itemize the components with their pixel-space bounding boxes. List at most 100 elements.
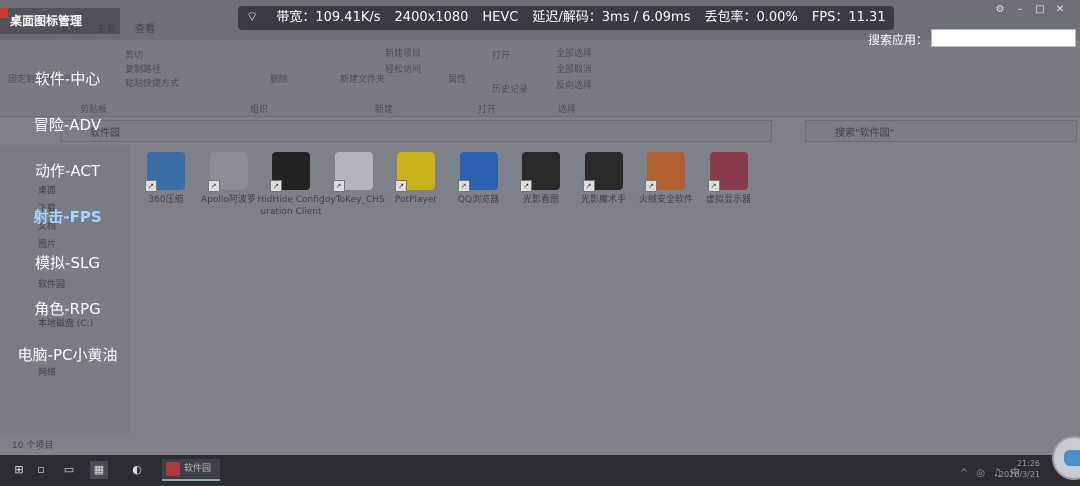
shortcut-arrow-icon: ↗: [457, 180, 470, 192]
category-fps[interactable]: 射击-FPS: [0, 206, 135, 227]
ribbon-tab-view[interactable]: 查看: [135, 20, 155, 35]
file-icon: ↗: [270, 152, 310, 192]
ribbon-btn-selectnone[interactable]: 全部取消: [556, 62, 592, 75]
taskbar: ⊞ ▫ ▭ ▦ ◐ 软件园 ^ ◎ ♫ 中 21:26 2026/3/21: [0, 455, 1080, 486]
file-item[interactable]: ↗ Apollo阿波罗: [194, 152, 264, 206]
file-item[interactable]: ↗ 光影魔术手: [569, 152, 639, 206]
ribbon-group-new: 新建: [375, 105, 394, 115]
start-icon[interactable]: ⊞: [10, 461, 28, 479]
navigation-pane: [0, 145, 130, 435]
edge-icon[interactable]: ◐: [128, 461, 146, 479]
file-item[interactable]: ↗ 火绒安全软件: [631, 152, 701, 206]
window-controls: ⚙ – □ ✕: [990, 4, 1070, 15]
widgets-icon[interactable]: ▦: [90, 461, 108, 479]
file-label: 光影魔术手: [580, 195, 626, 205]
tray-expand-icon[interactable]: ^: [960, 468, 968, 479]
codec-stat: HEVC: [482, 10, 519, 25]
category-act[interactable]: 动作-ACT: [0, 160, 135, 181]
ribbon-btn-properties[interactable]: 属性: [448, 72, 466, 85]
category-adv[interactable]: 冒险-ADV: [0, 114, 135, 135]
nav-item-pictures[interactable]: 图片: [38, 237, 56, 250]
packet-loss-stat: 丢包率：0.00%: [704, 10, 798, 25]
shortcut-arrow-icon: ↗: [395, 180, 407, 192]
file-icon: ↗: [520, 152, 560, 192]
file-label: QQ浏览器: [457, 195, 500, 205]
ribbon-btn-newfolder[interactable]: 新建文件夹: [340, 72, 385, 85]
file-icon: ↗: [582, 152, 623, 192]
file-item[interactable]: ↗ PotPlayer: [381, 152, 451, 206]
app-title: 桌面图标管理: [0, 8, 120, 34]
file-label: 虚拟显示器: [705, 195, 751, 205]
file-icon: ↗: [332, 152, 373, 192]
shortcut-arrow-icon: ↗: [707, 180, 720, 192]
shortcut-arrow-icon: ↗: [145, 180, 157, 192]
clock-date: 2026/3/21: [998, 470, 1040, 479]
app-logo-icon: [0, 8, 8, 18]
file-label: 光影看图: [522, 195, 559, 205]
file-icon: ↗: [207, 152, 248, 192]
ribbon-group-open: 打开: [478, 105, 497, 115]
file-icon: ↗: [457, 152, 498, 192]
minimize-icon[interactable]: –: [1010, 4, 1030, 15]
ribbon-btn-selectall[interactable]: 全部选择: [556, 46, 592, 59]
status-bar-count: 10 个项目: [12, 441, 54, 451]
file-item[interactable]: ↗ 虚拟显示器: [694, 152, 764, 206]
ribbon-btn-cut[interactable]: 剪切: [125, 48, 143, 61]
file-item[interactable]: ↗ JoyToKey_CHS: [319, 152, 389, 206]
shortcut-arrow-icon: ↗: [270, 180, 282, 192]
file-item[interactable]: ↗ HidHide Configuration Client: [256, 152, 326, 218]
settings-icon[interactable]: ⚙: [990, 4, 1010, 15]
category-pc-galgame[interactable]: 电脑-PC小黄油: [0, 344, 135, 365]
ribbon-btn-delete[interactable]: 删除: [270, 72, 288, 85]
shortcut-arrow-icon: ↗: [582, 180, 595, 192]
bandwidth-value: 带宽：109.41K/s: [276, 10, 381, 25]
search-icon[interactable]: ▫: [32, 461, 50, 479]
clock-time: 21:26: [1016, 459, 1040, 468]
ribbon-group-select: 选择: [558, 105, 577, 115]
ribbon-group-organize: 组织: [250, 105, 269, 115]
nav-item-softpark[interactable]: 软件园: [38, 277, 65, 290]
shortcut-arrow-icon: ↗: [520, 180, 532, 192]
file-item[interactable]: ↗ 光影看图: [506, 152, 576, 206]
wifi-icon: ⌔: [246, 10, 263, 25]
file-label: Apollo阿波罗: [201, 195, 256, 205]
shortcut-arrow-icon: ↗: [645, 180, 657, 192]
fps-stat: FPS：11.31: [811, 10, 886, 25]
explorer-search-placeholder: 搜索"软件园": [835, 128, 895, 139]
maximize-icon[interactable]: □: [1030, 4, 1050, 15]
file-item[interactable]: ↗ QQ浏览器: [444, 152, 514, 206]
app-title-text: 桌面图标管理: [10, 14, 83, 28]
taskbar-clock[interactable]: 21:26 2026/3/21: [999, 458, 1040, 480]
taskbar-app-explorer[interactable]: 软件园: [162, 459, 220, 481]
ribbon-btn-invert[interactable]: 反向选择: [556, 78, 592, 91]
ribbon-btn-open[interactable]: 打开: [492, 48, 510, 61]
nav-item-network[interactable]: 网络: [38, 365, 56, 378]
file-item[interactable]: ↗ 360压缩: [131, 152, 201, 206]
resolution-stat: 2400x1080: [394, 10, 469, 25]
shortcut-arrow-icon: ↗: [332, 180, 345, 192]
address-bar[interactable]: [60, 120, 772, 142]
file-icon: ↗: [145, 152, 185, 192]
file-icon: ↗: [645, 152, 685, 192]
ribbon-btn-easyaccess[interactable]: 轻松访问: [385, 62, 421, 75]
search-app-input[interactable]: [931, 29, 1076, 47]
task-view-icon[interactable]: ▭: [60, 461, 78, 479]
ribbon-btn-history[interactable]: 历史记录: [492, 82, 528, 95]
file-label: PotPlayer: [394, 195, 438, 205]
category-rpg[interactable]: 角色-RPG: [0, 298, 135, 319]
category-slg[interactable]: 模拟-SLG: [0, 252, 135, 273]
file-label: 火绒安全软件: [638, 195, 693, 205]
search-app-label: 搜索应用：: [868, 33, 929, 47]
file-icon: ↗: [707, 152, 748, 192]
bandwidth-stat: ⌔ 带宽：109.41K/s: [246, 10, 381, 25]
tray-network-icon[interactable]: ◎: [976, 468, 985, 479]
close-icon[interactable]: ✕: [1050, 4, 1070, 15]
file-label: 360压缩: [148, 195, 184, 205]
explorer-window: 文件 主页 查看 固定到快速访问 剪切 复制路径 粘贴快捷方式 删除 新建项目 …: [0, 0, 1080, 455]
ribbon-btn-newitem[interactable]: 新建项目: [385, 46, 421, 59]
nav-item-desktop[interactable]: 桌面: [38, 183, 56, 196]
file-label: HidHide Configuration Client: [257, 195, 325, 217]
shortcut-arrow-icon: ↗: [207, 180, 220, 192]
stream-stats-bar: ⌔ 带宽：109.41K/s 2400x1080 HEVC 延迟/解码：3ms / 6…: [238, 6, 894, 30]
category-software-center[interactable]: 软件-中心: [0, 68, 135, 89]
